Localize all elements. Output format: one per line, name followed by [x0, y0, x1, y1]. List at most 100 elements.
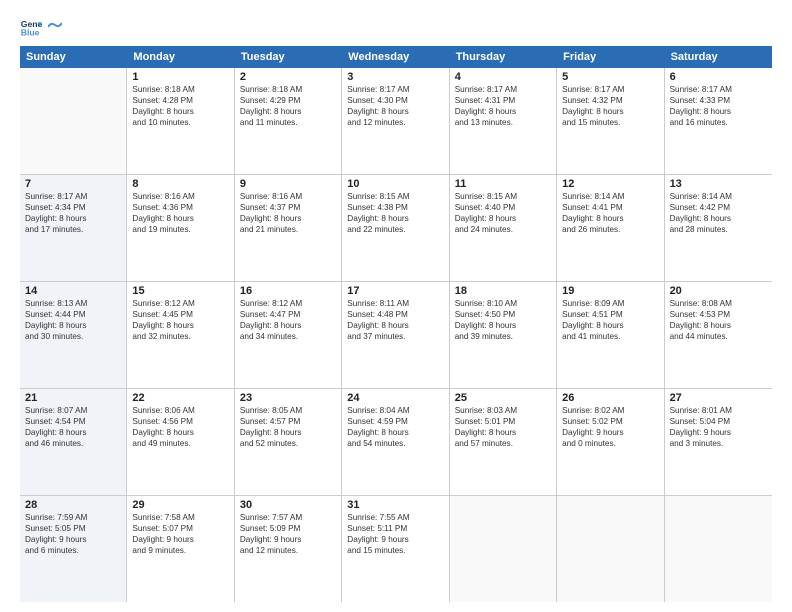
cell-info-line: Sunset: 4:56 PM [132, 416, 228, 427]
cell-info-line: Sunset: 5:07 PM [132, 523, 228, 534]
cell-info-line: Sunrise: 8:01 AM [670, 405, 767, 416]
calendar-cell: 21Sunrise: 8:07 AMSunset: 4:54 PMDayligh… [20, 389, 127, 495]
svg-text:Blue: Blue [21, 28, 40, 38]
day-number: 6 [670, 71, 767, 83]
calendar-cell [20, 68, 127, 174]
cell-info-line: Daylight: 9 hours [670, 427, 767, 438]
calendar: SundayMondayTuesdayWednesdayThursdayFrid… [20, 46, 772, 602]
cell-info-line: Daylight: 8 hours [347, 320, 443, 331]
calendar-cell: 8Sunrise: 8:16 AMSunset: 4:36 PMDaylight… [127, 175, 234, 281]
cell-info-line: and 3 minutes. [670, 438, 767, 449]
cell-info-line: and 39 minutes. [455, 331, 551, 342]
cell-info-line: and 17 minutes. [25, 224, 121, 235]
calendar-cell [665, 496, 772, 602]
cell-info-line: Sunset: 4:36 PM [132, 202, 228, 213]
cell-info-line: Sunset: 5:01 PM [455, 416, 551, 427]
cell-info-line: Daylight: 9 hours [132, 534, 228, 545]
day-number: 7 [25, 178, 121, 190]
calendar-cell: 6Sunrise: 8:17 AMSunset: 4:33 PMDaylight… [665, 68, 772, 174]
cell-info-line: Sunrise: 8:17 AM [25, 191, 121, 202]
header-day-wednesday: Wednesday [342, 46, 449, 68]
calendar-cell: 10Sunrise: 8:15 AMSunset: 4:38 PMDayligh… [342, 175, 449, 281]
cell-info-line: and 12 minutes. [347, 117, 443, 128]
cell-info-line: Sunrise: 8:16 AM [132, 191, 228, 202]
cell-info-line: Daylight: 8 hours [670, 106, 767, 117]
calendar-cell [557, 496, 664, 602]
cell-info-line: Daylight: 8 hours [25, 427, 121, 438]
cell-info-line: Sunrise: 8:11 AM [347, 298, 443, 309]
day-number: 26 [562, 392, 658, 404]
cell-info-line: Daylight: 8 hours [240, 320, 336, 331]
cell-info-line: and 46 minutes. [25, 438, 121, 449]
cell-info-line: and 15 minutes. [562, 117, 658, 128]
day-number: 13 [670, 178, 767, 190]
calendar-cell: 17Sunrise: 8:11 AMSunset: 4:48 PMDayligh… [342, 282, 449, 388]
header-day-thursday: Thursday [450, 46, 557, 68]
cell-info-line: Sunset: 4:45 PM [132, 309, 228, 320]
day-number: 14 [25, 285, 121, 297]
cell-info-line: Sunrise: 8:17 AM [455, 84, 551, 95]
cell-info-line: Sunrise: 8:07 AM [25, 405, 121, 416]
cell-info-line: Sunset: 4:30 PM [347, 95, 443, 106]
cell-info-line: and 41 minutes. [562, 331, 658, 342]
calendar-cell: 19Sunrise: 8:09 AMSunset: 4:51 PMDayligh… [557, 282, 664, 388]
cell-info-line: Daylight: 8 hours [455, 320, 551, 331]
calendar-cell: 15Sunrise: 8:12 AMSunset: 4:45 PMDayligh… [127, 282, 234, 388]
calendar-cell: 31Sunrise: 7:55 AMSunset: 5:11 PMDayligh… [342, 496, 449, 602]
cell-info-line: Sunset: 5:11 PM [347, 523, 443, 534]
logo-icon: General Blue [20, 16, 42, 38]
cell-info-line: Sunset: 4:51 PM [562, 309, 658, 320]
cell-info-line: Daylight: 8 hours [670, 320, 767, 331]
cell-info-line: Sunset: 4:28 PM [132, 95, 228, 106]
cell-info-line: Daylight: 8 hours [25, 320, 121, 331]
calendar-cell: 11Sunrise: 8:15 AMSunset: 4:40 PMDayligh… [450, 175, 557, 281]
day-number: 18 [455, 285, 551, 297]
cell-info-line: Sunset: 4:31 PM [455, 95, 551, 106]
cell-info-line: and 12 minutes. [240, 545, 336, 556]
cell-info-line: Sunset: 5:04 PM [670, 416, 767, 427]
cell-info-line: Sunset: 4:41 PM [562, 202, 658, 213]
cell-info-line: and 11 minutes. [240, 117, 336, 128]
cell-info-line: Sunrise: 8:12 AM [132, 298, 228, 309]
day-number: 29 [132, 499, 228, 511]
cell-info-line: and 24 minutes. [455, 224, 551, 235]
calendar-cell: 13Sunrise: 8:14 AMSunset: 4:42 PMDayligh… [665, 175, 772, 281]
cell-info-line: Sunset: 4:34 PM [25, 202, 121, 213]
cell-info-line: Sunset: 4:59 PM [347, 416, 443, 427]
calendar-cell [450, 496, 557, 602]
cell-info-line: Daylight: 8 hours [240, 213, 336, 224]
cell-info-line: Sunset: 5:09 PM [240, 523, 336, 534]
cell-info-line: and 15 minutes. [347, 545, 443, 556]
day-number: 24 [347, 392, 443, 404]
cell-info-line: Sunset: 4:50 PM [455, 309, 551, 320]
cell-info-line: Sunrise: 8:17 AM [670, 84, 767, 95]
day-number: 30 [240, 499, 336, 511]
cell-info-line: and 54 minutes. [347, 438, 443, 449]
calendar-cell: 18Sunrise: 8:10 AMSunset: 4:50 PMDayligh… [450, 282, 557, 388]
day-number: 10 [347, 178, 443, 190]
calendar-cell: 20Sunrise: 8:08 AMSunset: 4:53 PMDayligh… [665, 282, 772, 388]
cell-info-line: Sunset: 4:44 PM [25, 309, 121, 320]
calendar-cell: 16Sunrise: 8:12 AMSunset: 4:47 PMDayligh… [235, 282, 342, 388]
cell-info-line: and 37 minutes. [347, 331, 443, 342]
cell-info-line: and 9 minutes. [132, 545, 228, 556]
day-number: 2 [240, 71, 336, 83]
cell-info-line: Sunrise: 8:15 AM [455, 191, 551, 202]
cell-info-line: and 26 minutes. [562, 224, 658, 235]
cell-info-line: Sunrise: 8:05 AM [240, 405, 336, 416]
calendar-cell: 27Sunrise: 8:01 AMSunset: 5:04 PMDayligh… [665, 389, 772, 495]
day-number: 25 [455, 392, 551, 404]
cell-info-line: and 16 minutes. [670, 117, 767, 128]
day-number: 16 [240, 285, 336, 297]
day-number: 31 [347, 499, 443, 511]
cell-info-line: and 0 minutes. [562, 438, 658, 449]
day-number: 27 [670, 392, 767, 404]
cell-info-line: Sunrise: 8:06 AM [132, 405, 228, 416]
cell-info-line: and 6 minutes. [25, 545, 121, 556]
day-number: 28 [25, 499, 121, 511]
day-number: 9 [240, 178, 336, 190]
cell-info-line: Daylight: 8 hours [132, 320, 228, 331]
cell-info-line: Sunrise: 8:08 AM [670, 298, 767, 309]
cell-info-line: Daylight: 8 hours [455, 213, 551, 224]
header-day-friday: Friday [557, 46, 664, 68]
